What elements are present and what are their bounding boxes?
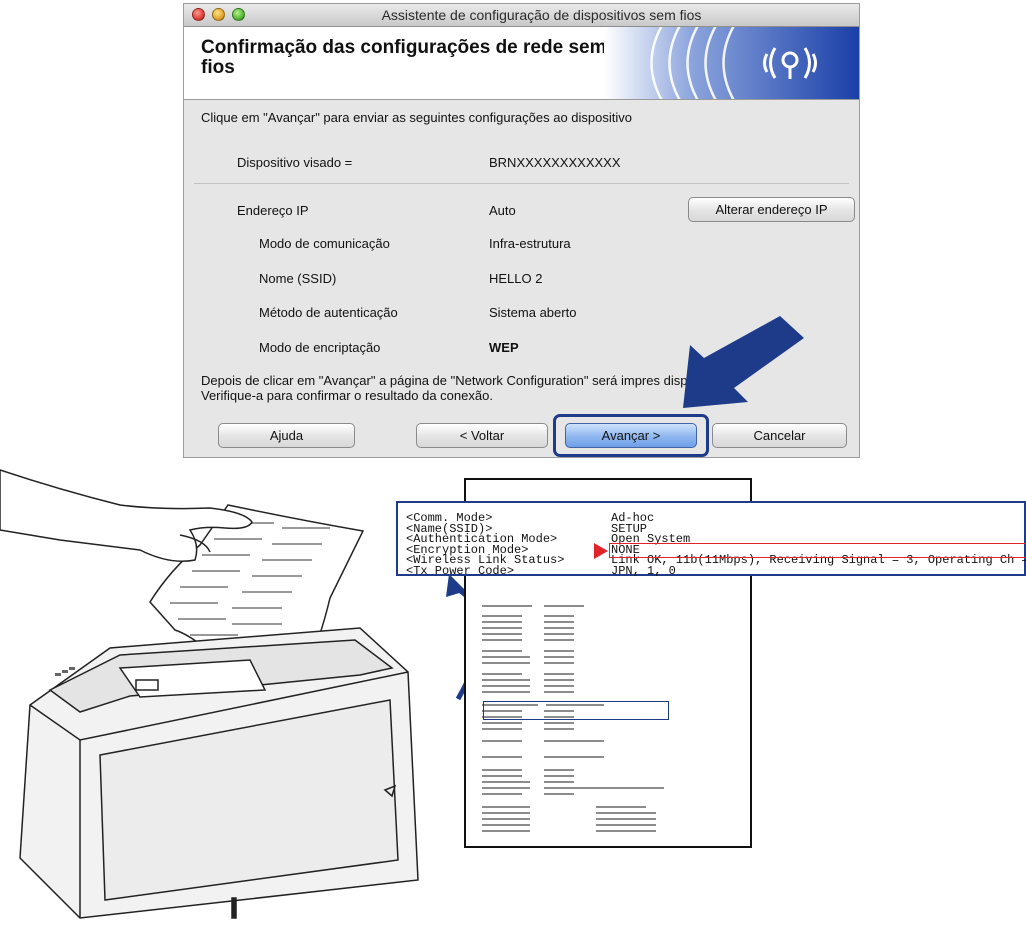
hand-icon bbox=[0, 469, 253, 562]
intro-text: Clique em "Avançar" para enviar as segui… bbox=[201, 110, 633, 125]
footer-line-2: Verifique-a para confirmar o resultado d… bbox=[201, 388, 493, 403]
encryption-mode-label: Modo de encriptação bbox=[259, 340, 381, 355]
auth-method-value: Sistema aberto bbox=[489, 305, 577, 320]
window-title: Assistente de configuração de dispositiv… bbox=[381, 7, 702, 23]
red-pointer-icon bbox=[594, 543, 608, 559]
divider bbox=[194, 183, 849, 184]
footer-instructions: Depois de clicar em "Avançar" a página d… bbox=[201, 373, 728, 403]
target-device-label: Dispositivo visado = bbox=[237, 155, 353, 170]
ssid-value: HELLO 2 bbox=[489, 271, 543, 286]
cancel-button[interactable]: Cancelar bbox=[712, 423, 847, 448]
link-status-highlight bbox=[609, 543, 1026, 558]
next-button-highlight bbox=[553, 414, 709, 457]
paper-text-lines bbox=[170, 522, 330, 641]
dialog-header: Confirmação das configurações de rede se… bbox=[184, 27, 859, 100]
auth-method-label: Método de autenticação bbox=[259, 305, 398, 320]
footer-line-1: Depois de clicar em "Avançar" a página d… bbox=[201, 373, 728, 388]
report-zoom-callout: <Comm. Mode> <Name(SSID)> <Authenticatio… bbox=[396, 501, 1026, 576]
report-value-comm-mode: Ad-hoc bbox=[611, 511, 655, 525]
ip-address-value: Auto bbox=[489, 203, 516, 218]
report-key-tx-power: <Tx Power Code> bbox=[406, 563, 515, 578]
ssid-label: Nome (SSID) bbox=[259, 271, 337, 286]
target-device-value: BRNXXXXXXXXXXXX bbox=[489, 155, 621, 170]
page-title: Confirmação das configurações de rede se… bbox=[201, 37, 607, 78]
encryption-mode-value: WEP bbox=[489, 340, 519, 355]
change-ip-button[interactable]: Alterar endereço IP bbox=[688, 197, 855, 222]
help-button[interactable]: Ajuda bbox=[218, 423, 355, 448]
report-value-tx-power: JPN, 1, 0 bbox=[611, 563, 676, 578]
back-button[interactable]: < Voltar bbox=[416, 423, 548, 448]
comm-mode-value: Infra-estrutura bbox=[489, 236, 571, 251]
title-bar: Assistente de configuração de dispositiv… bbox=[184, 4, 859, 27]
wireless-signal-icon bbox=[604, 27, 859, 99]
report-highlight-box bbox=[483, 701, 669, 720]
comm-mode-label: Modo de comunicação bbox=[259, 236, 390, 251]
wireless-setup-dialog: Assistente de configuração de dispositiv… bbox=[183, 3, 860, 458]
report-keys: <Comm. Mode> <Name(SSID)> <Authenticatio… bbox=[406, 512, 564, 578]
ip-address-label: Endereço IP bbox=[237, 203, 309, 218]
printer-icon bbox=[19, 627, 419, 919]
